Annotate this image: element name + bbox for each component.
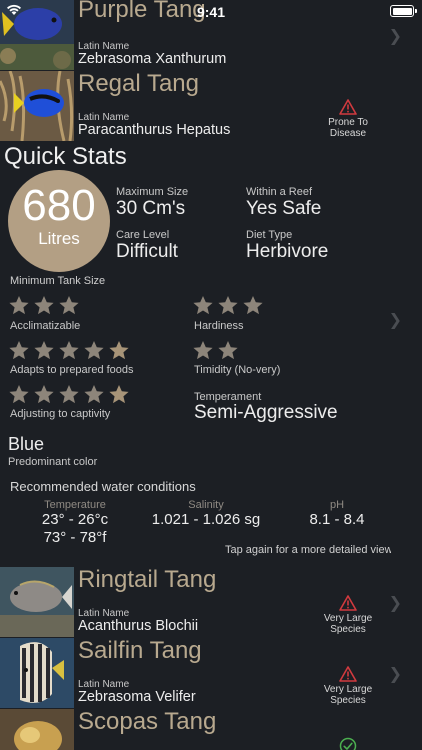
star-icon bbox=[9, 296, 29, 315]
tank-size-label: Minimum Tank Size bbox=[10, 275, 106, 287]
care-level-label: Care Level bbox=[116, 229, 170, 241]
reef-value: Yes Safe bbox=[246, 198, 322, 219]
reef-label: Within a Reef bbox=[246, 186, 313, 198]
star-icon bbox=[34, 385, 54, 404]
rating-label: Timidity (No-very) bbox=[194, 364, 281, 376]
star-icon bbox=[243, 296, 263, 315]
rating-stars bbox=[8, 383, 130, 405]
predominant-color-value: Blue bbox=[8, 434, 45, 454]
star-icon bbox=[84, 341, 104, 360]
quick-stats-title: Quick Stats bbox=[4, 143, 127, 170]
status-bar: 9:41 bbox=[0, 0, 422, 22]
warning-badge: Very Large Species bbox=[318, 595, 378, 635]
diet-type-label: Diet Type bbox=[246, 229, 293, 241]
fish-row-regal-tang[interactable]: Regal Tang Latin Name Paracanthurus Hepa… bbox=[0, 70, 422, 141]
chevron-right-icon: ❯ bbox=[388, 666, 402, 683]
rating-label: Hardiness bbox=[194, 320, 244, 332]
battery-icon bbox=[390, 5, 417, 17]
latin-name-value: Acanthurus Blochii bbox=[78, 618, 199, 634]
star-icon bbox=[59, 341, 79, 360]
star-icon bbox=[9, 385, 29, 404]
rating-stars bbox=[192, 294, 264, 316]
star-icon bbox=[34, 296, 54, 315]
water-conditions-title: Recommended water conditions bbox=[10, 479, 196, 494]
warning-icon bbox=[339, 595, 357, 611]
fish-name: Sailfin Tang bbox=[78, 637, 202, 664]
rating-label: Adjusting to captivity bbox=[10, 408, 111, 420]
star-icon bbox=[34, 341, 54, 360]
temperature-fahrenheit: 73° - 78°f bbox=[43, 529, 107, 546]
warning-text: Very Large Species bbox=[323, 613, 373, 635]
fish-thumbnail bbox=[0, 709, 74, 750]
ph-value: 8.1 - 8.4 bbox=[309, 511, 365, 528]
latin-name-value: Zebrasoma Velifer bbox=[78, 689, 196, 705]
temperament-value: Semi-Aggressive bbox=[194, 402, 338, 423]
fish-row-scopas-tang[interactable]: Scopas Tang bbox=[0, 708, 422, 750]
rating-stars bbox=[8, 294, 80, 316]
star-icon bbox=[9, 341, 29, 360]
tank-size-value: 680 bbox=[22, 181, 96, 230]
diet-type-value: Herbivore bbox=[246, 241, 329, 262]
temperature-label: Temperature bbox=[44, 499, 106, 511]
star-icon bbox=[109, 341, 129, 360]
latin-name-value: Paracanthurus Hepatus bbox=[78, 122, 231, 138]
warning-badge: Very Large Species bbox=[318, 666, 378, 706]
predominant-color-label: Predominant color bbox=[8, 456, 98, 468]
warning-text: Very Large Species bbox=[323, 684, 373, 706]
rating-stars bbox=[8, 339, 130, 361]
latin-name-value: Zebrasoma Xanthurum bbox=[78, 51, 227, 67]
warning-text: Prone To Disease bbox=[328, 117, 368, 139]
ph-column: pH 8.1 - 8.4 bbox=[296, 499, 378, 529]
temperature-celsius: 23° - 26°c bbox=[41, 511, 109, 528]
rating-stars bbox=[192, 339, 239, 361]
tank-size-circle: 680 Litres bbox=[8, 170, 110, 272]
fish-name: Scopas Tang bbox=[78, 708, 217, 735]
star-icon bbox=[109, 385, 129, 404]
rating-label: Adapts to prepared foods bbox=[10, 364, 134, 376]
status-time: 9:41 bbox=[196, 4, 226, 20]
fish-thumbnail bbox=[0, 567, 74, 637]
star-icon bbox=[218, 296, 238, 315]
max-size-value: 30 Cm's bbox=[116, 198, 186, 219]
star-icon bbox=[84, 385, 104, 404]
chevron-right-icon: ❯ bbox=[388, 28, 402, 45]
ph-label: pH bbox=[329, 499, 345, 511]
warning-icon bbox=[339, 99, 357, 115]
fish-name: Ringtail Tang bbox=[78, 566, 217, 593]
care-level-value: Difficult bbox=[116, 241, 178, 262]
star-icon bbox=[218, 341, 238, 360]
max-size-label: Maximum Size bbox=[116, 186, 189, 198]
fish-row-ringtail-tang[interactable]: Ringtail Tang Latin Name Acanthurus Bloc… bbox=[0, 566, 422, 637]
fish-thumbnail bbox=[0, 71, 74, 141]
fish-name: Regal Tang bbox=[78, 70, 199, 97]
fish-thumbnail bbox=[0, 638, 74, 708]
check-circle-icon bbox=[339, 737, 357, 750]
chevron-right-icon: ❯ bbox=[388, 595, 402, 612]
temperature-column: Temperature 23° - 26°c 73° - 78°f bbox=[30, 499, 120, 547]
tank-size-unit: Litres bbox=[38, 229, 80, 248]
warning-icon bbox=[339, 666, 357, 682]
rating-label: Acclimatizable bbox=[10, 320, 81, 332]
chevron-right-icon: ❯ bbox=[388, 312, 402, 329]
star-icon bbox=[59, 385, 79, 404]
star-icon bbox=[59, 296, 79, 315]
star-icon bbox=[193, 296, 213, 315]
star-icon bbox=[193, 341, 213, 360]
fish-row-sailfin-tang[interactable]: Sailfin Tang Latin Name Zebrasoma Velife… bbox=[0, 637, 422, 708]
salinity-label: Salinity bbox=[188, 499, 224, 511]
salinity-column: Salinity 1.021 - 1.026 sg bbox=[146, 499, 266, 529]
warning-badge: Prone To Disease bbox=[318, 99, 378, 139]
detail-hint[interactable]: Tap again for a more detailed view bbox=[225, 544, 391, 556]
salinity-value: 1.021 - 1.026 sg bbox=[151, 511, 261, 528]
